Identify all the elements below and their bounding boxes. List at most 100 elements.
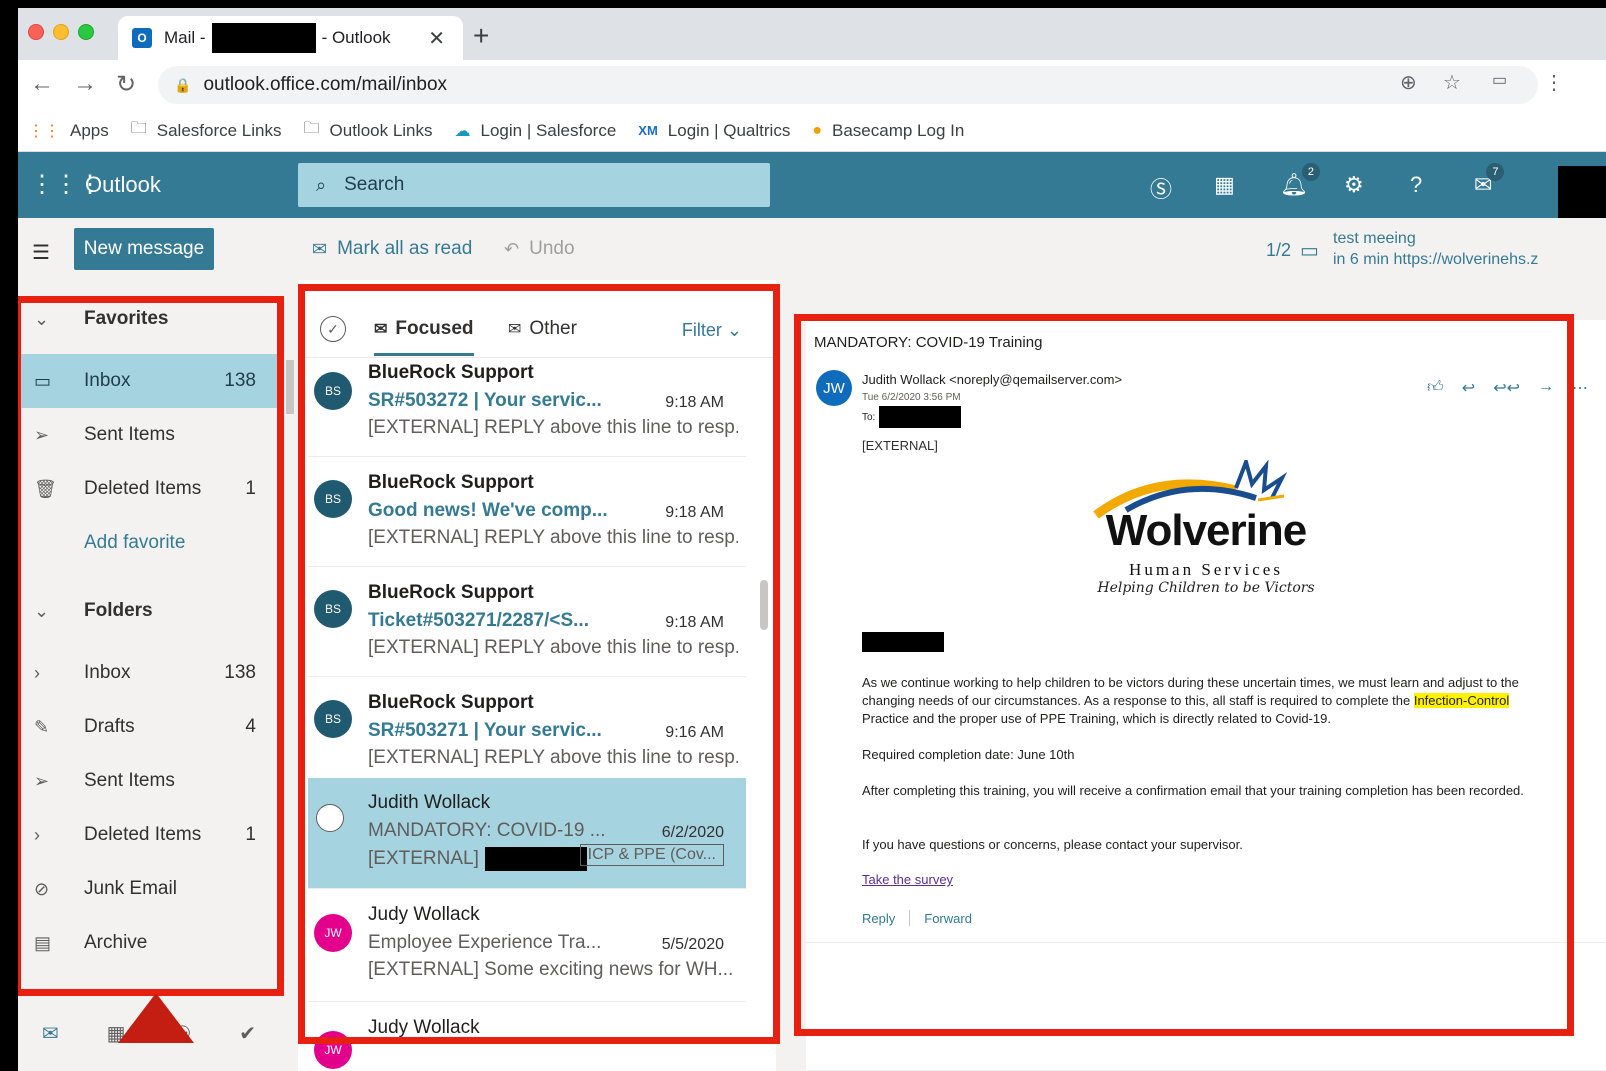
filter-dropdown[interactable]: Filter ⌄ bbox=[682, 320, 742, 341]
redacted-block bbox=[879, 406, 962, 428]
send-icon: ➢ bbox=[34, 424, 50, 445]
tab-close-icon[interactable]: ✕ bbox=[428, 26, 445, 51]
browser-tab-outlook[interactable]: O Mail - - Outlook ✕ bbox=[118, 16, 463, 60]
quick-reply-bar: Reply Forward bbox=[862, 910, 972, 926]
message-select-checkbox[interactable] bbox=[316, 804, 344, 832]
bookmark-basecamp-login[interactable]: ● Basecamp Log In bbox=[812, 121, 964, 141]
add-bookmark-icon[interactable]: ⊕ bbox=[1400, 70, 1417, 95]
forward-icon[interactable]: → bbox=[1538, 378, 1554, 398]
nav-item-favorite-inbox[interactable]: ▭ Inbox 138 bbox=[18, 354, 280, 408]
notifications-bell-icon[interactable]: 🔔︎ 2 bbox=[1280, 163, 1320, 198]
undo-button[interactable]: ↶ Undo bbox=[504, 238, 575, 260]
message-time: 6/2/2020 bbox=[661, 824, 724, 841]
wolverine-logo: Wolverine Human Services Helping Childre… bbox=[1086, 455, 1326, 610]
skype-icon[interactable]: Ⓢ bbox=[1150, 172, 1172, 204]
avatar[interactable]: JW bbox=[816, 370, 852, 406]
bookmark-outlook-links[interactable]: 🗀 Outlook Links bbox=[304, 117, 433, 144]
mail-icon[interactable]: ✉ bbox=[42, 1021, 59, 1046]
divider bbox=[806, 942, 1606, 943]
message-time: 9:18 AM bbox=[665, 504, 724, 521]
browser-menu-icon[interactable]: ⋮ bbox=[1544, 70, 1564, 95]
window-close-button[interactable] bbox=[28, 24, 44, 40]
forward-link[interactable]: Forward bbox=[924, 911, 972, 926]
my-day-icon[interactable]: ▦ bbox=[1214, 172, 1235, 198]
message-sender: Judy Wollack bbox=[368, 1017, 480, 1038]
star-icon[interactable]: ☆ bbox=[1443, 70, 1461, 95]
folder-pane-scrollbar[interactable] bbox=[286, 360, 294, 414]
message-time: 9:16 AM bbox=[665, 724, 724, 741]
message-from[interactable]: Judith Wollack <noreply@qemailserver.com… bbox=[862, 372, 1122, 387]
favorites-header[interactable]: ⌄ Favorites bbox=[18, 292, 280, 346]
message-subject: SR#503271 | Your servic... bbox=[368, 720, 602, 741]
reminder-count[interactable]: 1/2 bbox=[1266, 240, 1291, 261]
message-list-scrollbar[interactable] bbox=[760, 580, 768, 630]
mark-all-read-button[interactable]: ✉ Mark all as read bbox=[312, 238, 472, 260]
logo-subtitle: Human Services bbox=[1129, 560, 1283, 579]
message-item[interactable]: BS BlueRock Support SR#503271 | Your ser… bbox=[308, 678, 746, 787]
survey-link[interactable]: Take the survey bbox=[862, 872, 953, 887]
message-sender: BlueRock Support bbox=[368, 692, 534, 713]
reminder-detail: in 6 min https://wolverinehs.z bbox=[1333, 251, 1539, 268]
app-title[interactable]: Outlook bbox=[85, 172, 161, 198]
message-item[interactable]: BS BlueRock Support SR#503272 | Your ser… bbox=[308, 358, 746, 457]
reply-icon[interactable]: ↩ bbox=[1462, 378, 1475, 398]
message-card: MANDATORY: COVID-19 Training JW Judith W… bbox=[806, 320, 1606, 1070]
reply-all-icon[interactable]: ↩↩ bbox=[1493, 378, 1520, 398]
nav-item-deleted[interactable]: › Deleted Items 1 bbox=[18, 808, 280, 862]
tab-other[interactable]: ✉ Other bbox=[508, 318, 577, 340]
reply-link[interactable]: Reply bbox=[862, 911, 895, 926]
nav-item-sent[interactable]: ➢ Sent Items bbox=[18, 754, 280, 808]
message-actions: 👍︎ ↩ ↩↩ → ⋯ bbox=[1427, 378, 1588, 398]
bookmark-qualtrics-login[interactable]: XM Login | Qualtrics bbox=[638, 121, 790, 141]
feedback-icon[interactable]: ✉ 7 bbox=[1474, 163, 1505, 198]
like-icon[interactable]: 👍︎ bbox=[1427, 378, 1444, 398]
folder-pane: ⌄ Favorites ▭ Inbox 138 ➢ Sent Items 🗑︎ Delet… bbox=[18, 280, 298, 1071]
chevron-right-icon[interactable]: › bbox=[34, 825, 40, 846]
nav-item-favorite-deleted[interactable]: 🗑︎ Deleted Items 1 bbox=[18, 462, 280, 516]
category-tag[interactable]: ICP & PPE (Cov... bbox=[579, 844, 724, 866]
message-item[interactable]: BS BlueRock Support Good news! We've com… bbox=[308, 458, 746, 567]
avatar: JW bbox=[314, 1031, 352, 1069]
body-paragraph-1: As we continue working to help children … bbox=[862, 675, 1519, 726]
more-actions-icon[interactable]: ⋯ bbox=[1572, 378, 1588, 398]
nav-item-favorite-sent[interactable]: ➢ Sent Items bbox=[18, 408, 280, 462]
add-favorite-link[interactable]: Add favorite bbox=[18, 516, 280, 570]
new-message-button[interactable]: New message bbox=[74, 228, 214, 270]
new-tab-button[interactable]: + bbox=[473, 20, 489, 52]
message-item-selected[interactable]: Judith Wollack MANDATORY: COVID-19 ... 6… bbox=[308, 778, 746, 889]
profile-avatar-icon[interactable]: ▭ bbox=[1492, 70, 1507, 90]
message-sender: Judy Wollack bbox=[368, 904, 480, 925]
forward-arrow-icon[interactable]: → bbox=[73, 70, 97, 98]
search-input[interactable]: ⌕ Search bbox=[298, 163, 770, 207]
bookmark-salesforce-links[interactable]: 🗀 Salesforce Links bbox=[131, 117, 282, 144]
highlighted-term: Infection-Control bbox=[1413, 693, 1510, 708]
nav-item-inbox[interactable]: › Inbox 138 bbox=[18, 646, 280, 700]
message-item[interactable]: BS BlueRock Support Ticket#503271/2287/<… bbox=[308, 568, 746, 677]
todo-check-icon[interactable]: ✔ bbox=[239, 1021, 256, 1046]
select-all-checkbox[interactable]: ✓ bbox=[320, 316, 346, 342]
nav-item-drafts[interactable]: ✎ Drafts 4 bbox=[18, 700, 280, 754]
message-item[interactable]: JW Judy Wollack Employee Experience Tra.… bbox=[308, 890, 746, 1002]
reload-icon[interactable]: ↻ bbox=[116, 70, 136, 99]
block-icon: ⊘ bbox=[34, 878, 50, 899]
folders-header[interactable]: ⌄ Folders bbox=[18, 584, 280, 638]
collapse-nav-icon[interactable]: ☰ bbox=[32, 240, 50, 265]
avatar: BS bbox=[314, 372, 352, 410]
bookmark-apps[interactable]: ⋮⋮ Apps bbox=[28, 121, 109, 141]
settings-gear-icon[interactable]: ⚙ bbox=[1344, 172, 1364, 198]
message-sender: Judith Wollack bbox=[368, 792, 491, 813]
url-field[interactable]: 🔒 outlook.office.com/mail/inbox bbox=[158, 66, 1538, 104]
window-minimize-button[interactable] bbox=[53, 24, 69, 40]
help-icon[interactable]: ? bbox=[1410, 172, 1422, 198]
nav-item-junk[interactable]: ⊘ Junk Email bbox=[18, 862, 280, 916]
window-zoom-button[interactable] bbox=[78, 24, 94, 40]
tab-focused[interactable]: ✉ Focused bbox=[374, 318, 474, 356]
undo-icon: ↶ bbox=[504, 238, 520, 259]
back-arrow-icon[interactable]: ← bbox=[30, 70, 54, 98]
nav-item-archive[interactable]: ▤ Archive bbox=[18, 916, 280, 970]
message-item[interactable]: JW Judy Wollack bbox=[308, 1003, 746, 1071]
upcoming-reminder[interactable]: test meeing in 6 min https://wolverinehs… bbox=[1333, 228, 1538, 270]
bookmark-salesforce-login[interactable]: ☁ Login | Salesforce bbox=[455, 121, 617, 141]
message-list: ✓ ✉ Focused ✉ Other Filter ⌄ BS BlueRock S… bbox=[298, 280, 776, 1071]
chevron-right-icon[interactable]: › bbox=[34, 663, 40, 684]
